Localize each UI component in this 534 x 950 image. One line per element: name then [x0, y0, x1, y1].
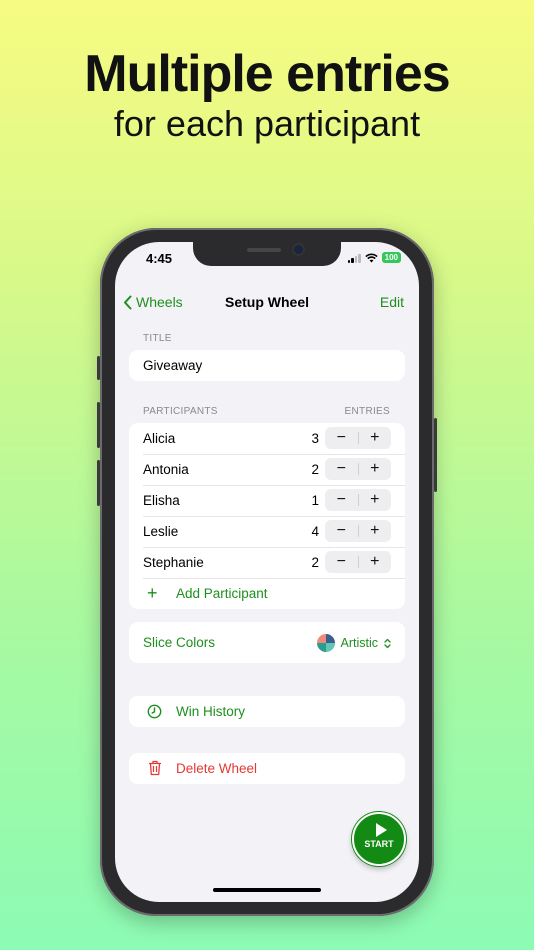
entry-count: 2: [311, 462, 319, 477]
decrement-button[interactable]: −: [325, 427, 358, 449]
title-field[interactable]: Giveaway: [129, 350, 405, 381]
decrement-button[interactable]: −: [325, 551, 358, 573]
win-history-label: Win History: [176, 704, 246, 719]
entries-stepper: − +: [325, 427, 391, 449]
clock-icon: [147, 704, 162, 719]
add-participant-button[interactable]: + Add Participant: [129, 578, 405, 609]
participant-row[interactable]: Antonia 2 − +: [129, 454, 405, 485]
participant-name: Elisha: [143, 493, 180, 508]
entries-stepper: − +: [325, 458, 391, 480]
volume-up-button: [97, 402, 100, 448]
screen: 4:45 100 Wheels Setup Wheel Edit TITLE G…: [115, 242, 419, 902]
decrement-button[interactable]: −: [325, 458, 358, 480]
phone-frame: 4:45 100 Wheels Setup Wheel Edit TITLE G…: [97, 228, 437, 916]
participant-name: Antonia: [143, 462, 189, 477]
front-camera: [294, 245, 303, 254]
headline: Multiple entries for each participant: [0, 44, 534, 146]
headline-line-2: for each participant: [113, 103, 421, 144]
entry-count: 3: [311, 431, 319, 446]
add-participant-label: Add Participant: [176, 586, 268, 601]
increment-button[interactable]: +: [359, 458, 392, 480]
slice-colors-label: Slice Colors: [143, 635, 216, 650]
slice-colors-value: Artistic: [340, 636, 379, 650]
wifi-icon: [364, 252, 378, 262]
start-button[interactable]: START: [352, 812, 406, 866]
plus-icon: +: [147, 583, 158, 603]
color-palette-icon: [316, 634, 335, 652]
status-time: 4:45: [146, 251, 173, 266]
entry-count: 2: [311, 555, 319, 570]
increment-button[interactable]: +: [359, 520, 392, 542]
decrement-button[interactable]: −: [325, 520, 358, 542]
decrement-button[interactable]: −: [325, 489, 358, 511]
increment-button[interactable]: +: [359, 427, 392, 449]
home-indicator[interactable]: [213, 888, 321, 892]
volume-down-button: [97, 460, 100, 506]
entries-stepper: − +: [325, 551, 391, 573]
cellular-signal-icon: [347, 253, 361, 263]
increment-button[interactable]: +: [359, 489, 392, 511]
slice-colors-picker[interactable]: Artistic: [316, 634, 392, 652]
participant-row[interactable]: Stephanie 2 − +: [129, 547, 405, 578]
increment-button[interactable]: +: [359, 551, 392, 573]
speaker: [247, 248, 281, 252]
power-button: [434, 418, 437, 492]
participants-list: Alicia 3 −+ Antonia 2 −+ Elisha 1 −+: [129, 423, 405, 609]
participant-name: Alicia: [143, 431, 176, 446]
chevron-up-down-icon: [384, 638, 391, 648]
participant-row[interactable]: Elisha 1 − +: [129, 485, 405, 516]
title-value: Giveaway: [143, 358, 203, 373]
headline-line-1: Multiple entries: [84, 45, 450, 103]
navigation-bar: Wheels Setup Wheel Edit: [115, 290, 419, 318]
battery-icon: 100: [381, 252, 401, 263]
play-icon: [375, 823, 387, 837]
participant-name: Leslie: [143, 524, 179, 539]
delete-wheel-button[interactable]: Delete Wheel: [129, 753, 405, 784]
entries-column-label: ENTRIES: [344, 406, 390, 417]
win-history-button[interactable]: Win History: [129, 696, 405, 727]
participants-section-label: PARTICIPANTS: [143, 406, 218, 417]
title-section-label: TITLE: [143, 333, 172, 344]
notch: [193, 242, 341, 266]
trash-icon: [149, 760, 161, 776]
entries-stepper: − +: [325, 489, 391, 511]
status-icons: 100: [347, 252, 401, 263]
participant-row[interactable]: Alicia 3 − +: [129, 423, 405, 454]
edit-button[interactable]: Edit: [380, 294, 404, 310]
slice-colors-row[interactable]: Slice Colors Artistic: [129, 622, 405, 663]
mute-switch: [97, 356, 100, 380]
entries-stepper: − +: [325, 520, 391, 542]
participant-row[interactable]: Leslie 4 − +: [129, 516, 405, 547]
start-label: START: [364, 839, 394, 849]
entry-count: 4: [311, 524, 319, 539]
delete-wheel-label: Delete Wheel: [176, 761, 258, 776]
page-title: Setup Wheel: [224, 294, 309, 310]
entry-count: 1: [311, 493, 319, 508]
participant-name: Stephanie: [143, 555, 204, 570]
